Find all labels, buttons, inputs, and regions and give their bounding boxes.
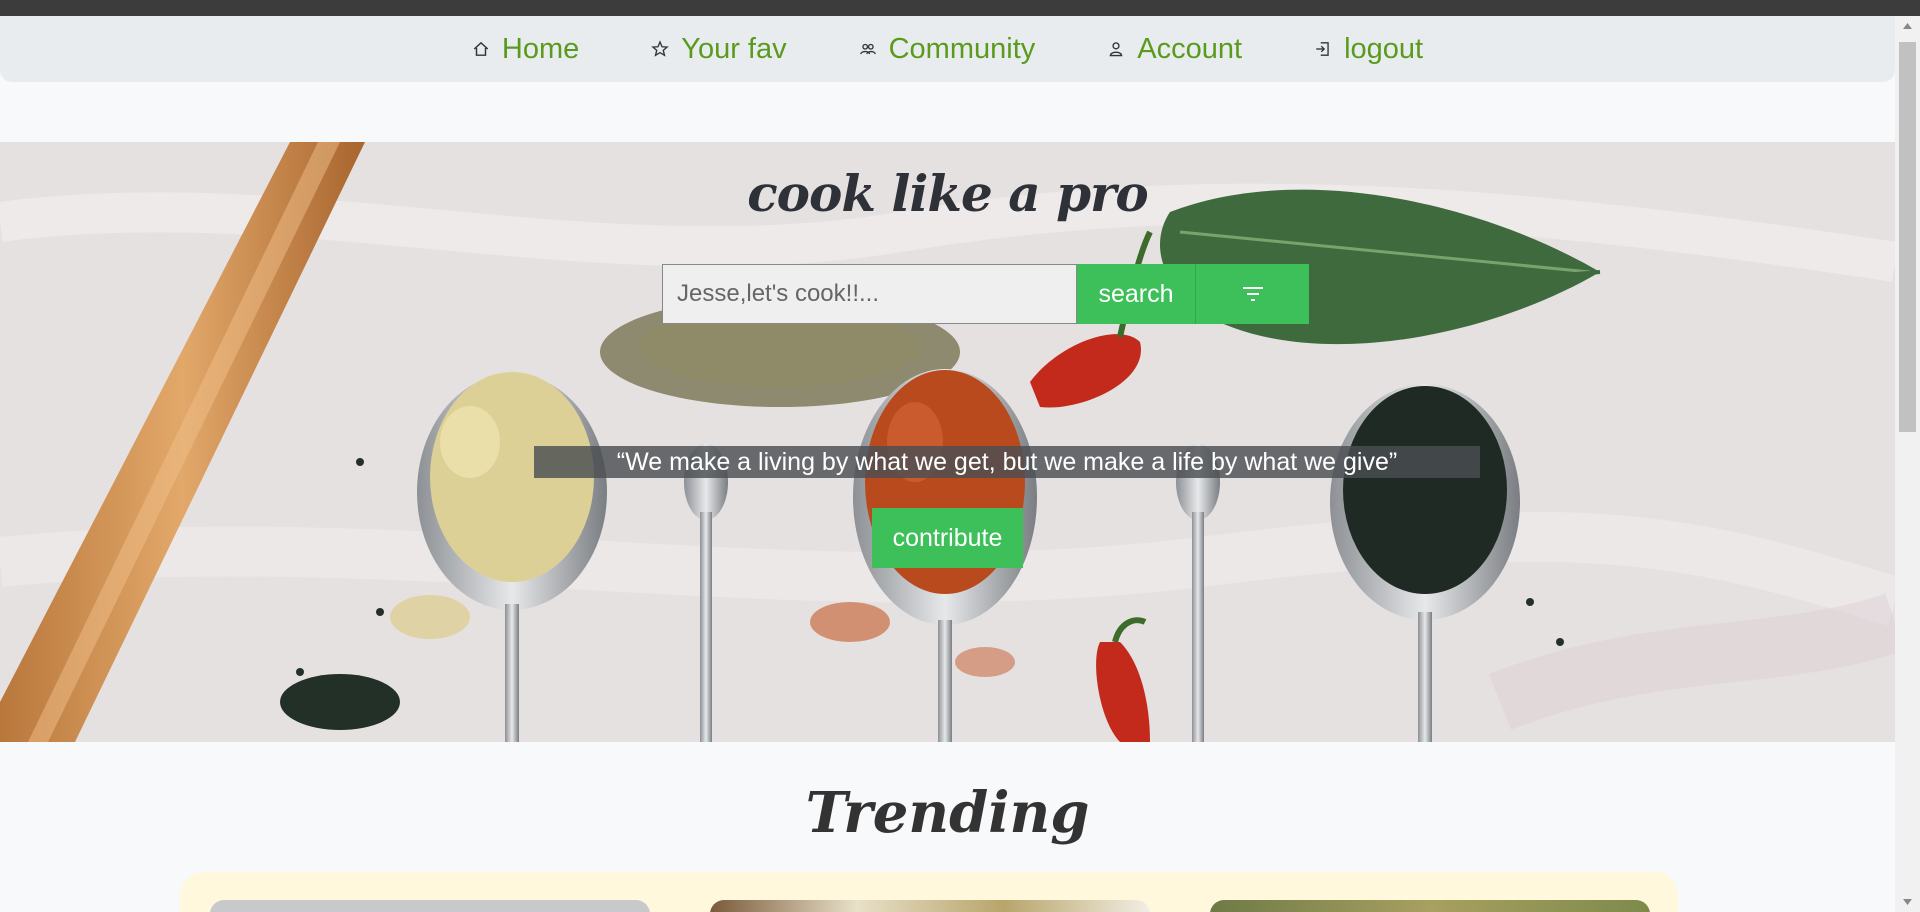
nav-item-label: Community xyxy=(888,32,1036,65)
nav-item-label: Home xyxy=(501,32,580,65)
user-icon xyxy=(1107,40,1125,58)
spices-background-image xyxy=(0,142,1895,742)
nav-item-community[interactable]: Community xyxy=(859,32,1036,66)
scrollbar-thumb[interactable] xyxy=(1899,42,1916,432)
star-icon xyxy=(651,40,670,58)
nav-item-label: Your fav xyxy=(681,32,787,65)
hero-quote: “We make a living by what we get, but we… xyxy=(534,446,1480,478)
filter-icon xyxy=(1240,284,1266,304)
main-nav: Home Your fav Community Account logout xyxy=(0,16,1895,82)
hero-banner: cook like a pro search “We make a living… xyxy=(0,142,1895,742)
trending-title: Trending xyxy=(805,780,1090,846)
nav-item-account[interactable]: Account xyxy=(1107,33,1242,66)
trending-card[interactable] xyxy=(710,900,1150,912)
search-input[interactable] xyxy=(662,264,1077,324)
nav-item-logout[interactable]: logout xyxy=(1314,33,1423,66)
contribute-button[interactable]: contribute xyxy=(872,508,1023,568)
filter-button[interactable] xyxy=(1195,264,1309,324)
vertical-scrollbar[interactable] xyxy=(1895,16,1920,912)
home-icon xyxy=(472,40,490,58)
browser-top-bar xyxy=(0,0,1920,16)
nav-item-label: logout xyxy=(1344,32,1424,65)
search-button[interactable]: search xyxy=(1077,264,1195,324)
search-bar: search xyxy=(662,264,1309,324)
logout-icon xyxy=(1314,40,1332,58)
trending-card[interactable] xyxy=(210,900,650,912)
nav-item-your-fav[interactable]: Your fav xyxy=(651,32,787,66)
trending-card[interactable] xyxy=(1210,900,1650,912)
nav-item-home[interactable]: Home xyxy=(472,33,579,66)
hero-title: cook like a pro xyxy=(747,164,1149,223)
scroll-up-icon[interactable] xyxy=(1895,16,1920,36)
scroll-down-icon[interactable] xyxy=(1895,892,1920,912)
nav-item-label: Account xyxy=(1137,32,1243,65)
users-icon xyxy=(859,40,877,58)
